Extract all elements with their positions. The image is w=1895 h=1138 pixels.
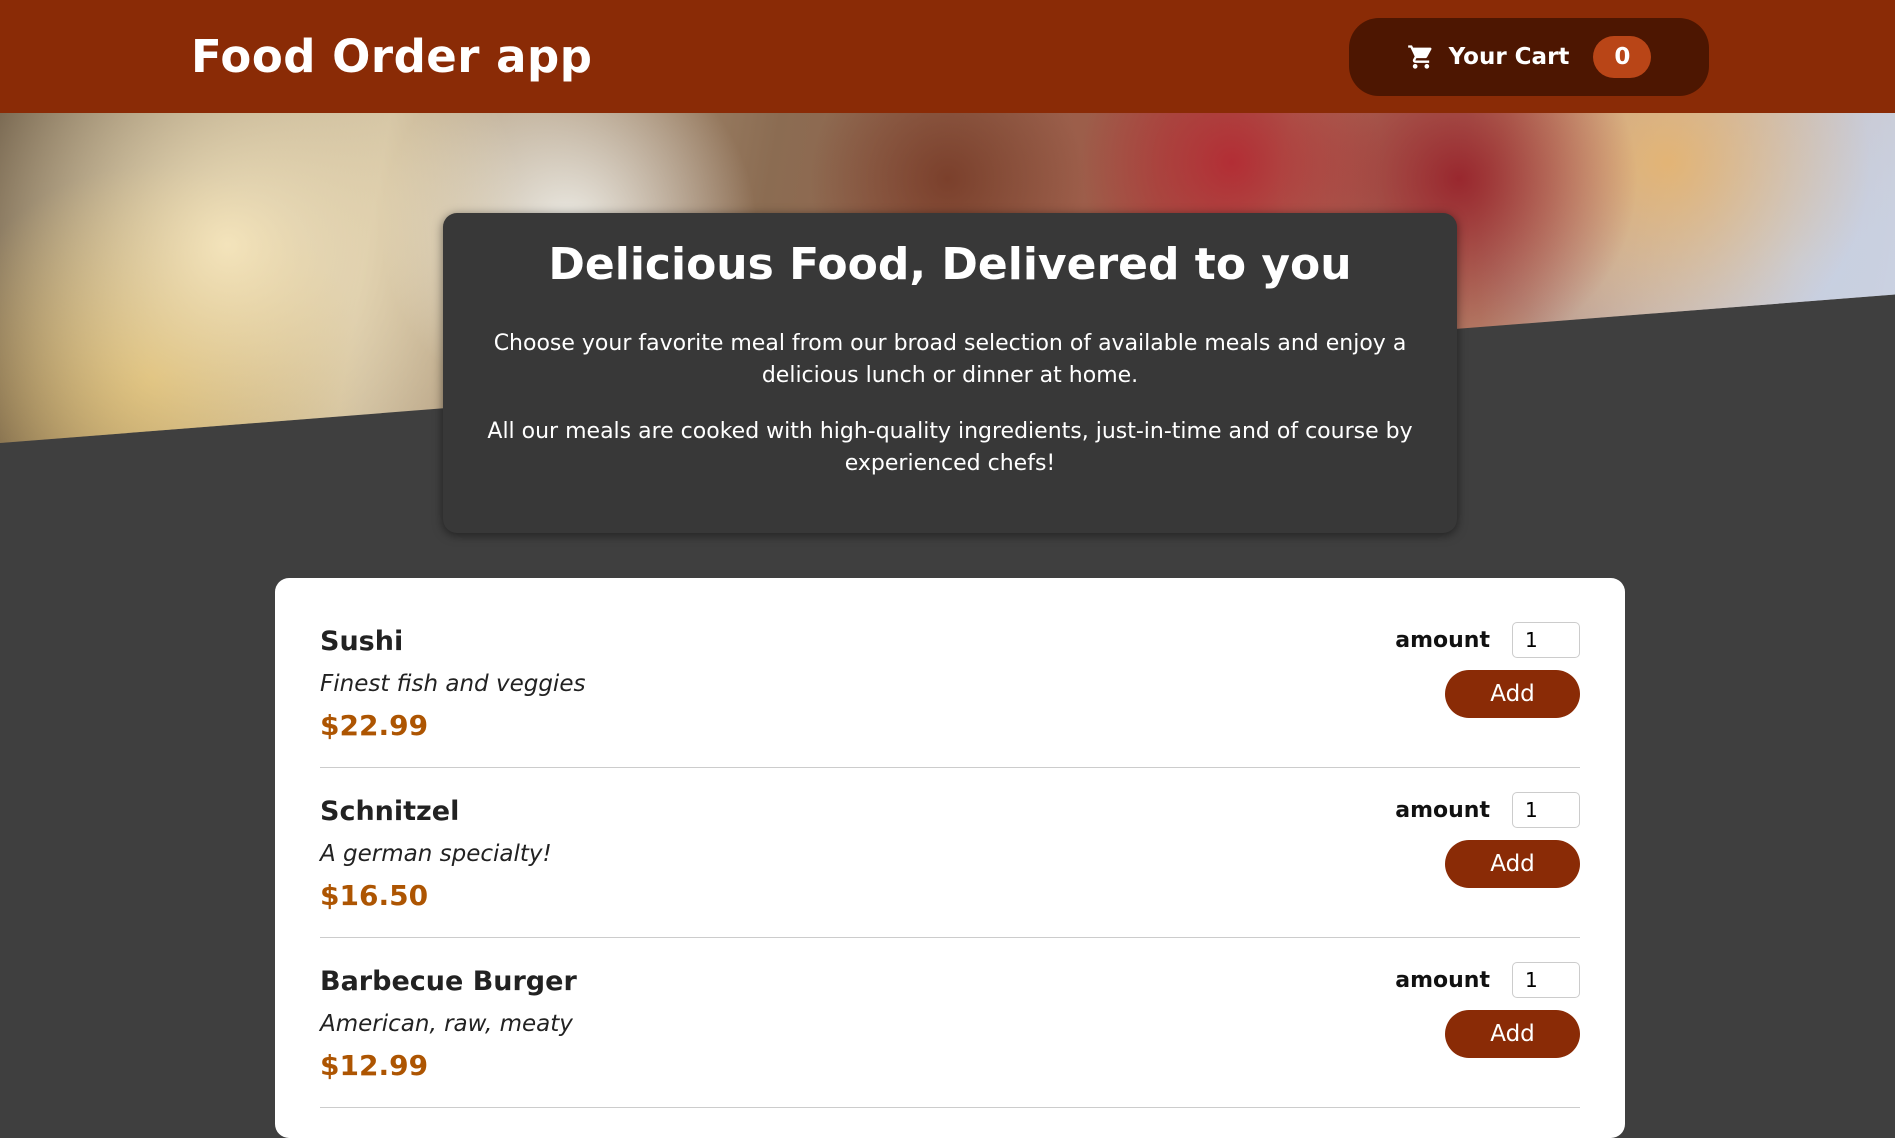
amount-label: amount	[1395, 967, 1490, 993]
meal-item: Sushi Finest fish and veggies $22.99 amo…	[320, 598, 1580, 768]
meal-form: amount Add	[1380, 792, 1580, 888]
amount-label: amount	[1395, 627, 1490, 653]
summary-paragraph-2: All our meals are cooked with high-quali…	[487, 419, 1413, 476]
cart-icon	[1407, 44, 1432, 69]
add-button[interactable]: Add	[1445, 670, 1580, 718]
meal-item: Schnitzel A german specialty! $16.50 amo…	[320, 768, 1580, 938]
meal-form: amount Add	[1380, 622, 1580, 718]
meal-item: Barbecue Burger American, raw, meaty $12…	[320, 938, 1580, 1108]
cart-label: Your Cart	[1448, 43, 1570, 70]
add-button[interactable]: Add	[1445, 840, 1580, 888]
meals-list: Sushi Finest fish and veggies $22.99 amo…	[275, 578, 1625, 1138]
cart-button[interactable]: Your Cart 0	[1349, 17, 1709, 96]
meals-summary: Delicious Food, Delivered to you Choose …	[443, 213, 1457, 533]
amount-input[interactable]	[1512, 962, 1580, 998]
amount-input[interactable]	[1512, 792, 1580, 828]
app-title: Food Order app	[191, 30, 593, 83]
summary-heading: Delicious Food, Delivered to you	[548, 239, 1352, 290]
meal-form: amount Add	[1380, 962, 1580, 1058]
app-header: Food Order app Your Cart 0	[0, 0, 1895, 113]
cart-count-badge: 0	[1593, 35, 1652, 78]
amount-input[interactable]	[1512, 622, 1580, 658]
summary-paragraph-1: Choose your favorite meal from our broad…	[493, 331, 1407, 388]
add-button[interactable]: Add	[1445, 1010, 1580, 1058]
amount-label: amount	[1395, 797, 1490, 823]
